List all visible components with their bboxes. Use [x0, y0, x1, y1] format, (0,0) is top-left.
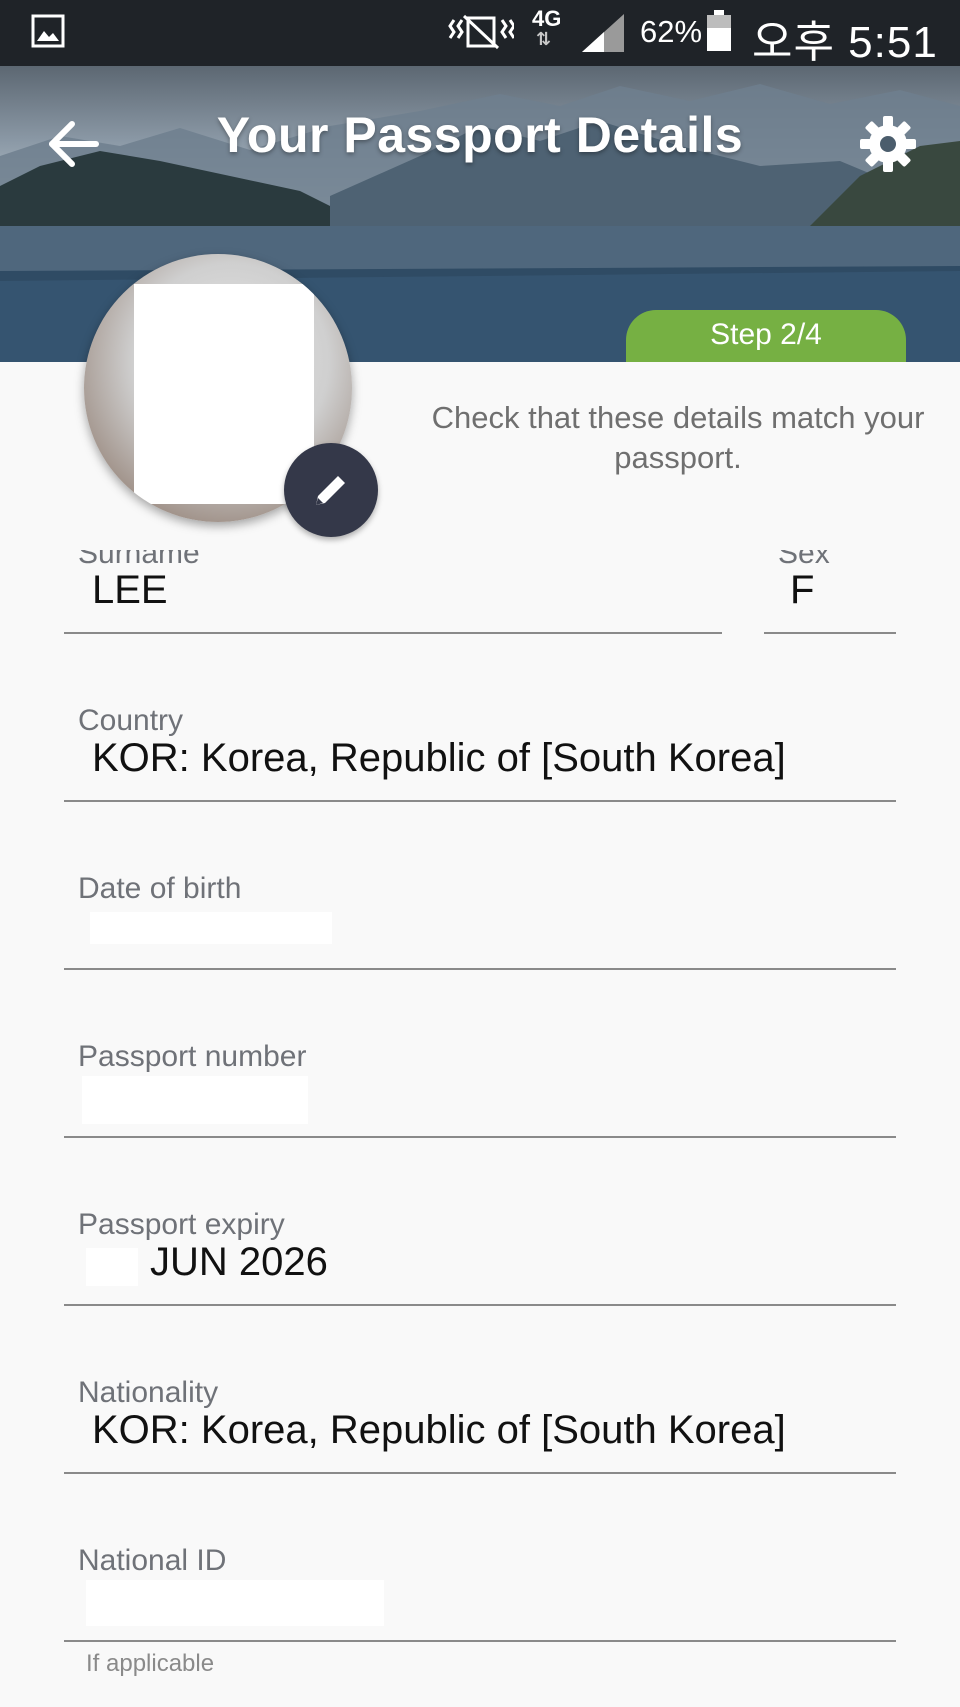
passport-number-redaction [82, 1076, 308, 1124]
battery-icon [707, 10, 731, 51]
vibrate-icon [448, 14, 514, 50]
sex-value: F [790, 568, 815, 612]
step-indicator: Step 2/4 [626, 310, 906, 362]
passport-expiry-label: Passport expiry [78, 1208, 285, 1241]
pencil-icon [316, 476, 345, 505]
surname-value: LEE [92, 568, 168, 612]
national-id-hint: If applicable [86, 1650, 215, 1677]
date-of-birth-redaction [90, 912, 332, 944]
data-arrows-icon: ⇅ [536, 29, 552, 49]
date-of-birth-underline [64, 968, 896, 970]
status-bar: 4G ⇅ 62% 오후 5:51 [0, 0, 960, 67]
passport-expiry-value: JUN 2026 [150, 1240, 328, 1284]
network-type: 4G [532, 6, 562, 31]
national-id-redaction [86, 1580, 384, 1626]
edit-photo-button[interactable] [284, 443, 378, 537]
country-label: Country [78, 704, 184, 737]
country-underline [64, 800, 896, 802]
signal-icon [582, 14, 624, 52]
page-title: Your Passport Details [216, 107, 744, 163]
nationality-value: KOR: Korea, Republic of [South Korea] [92, 1408, 786, 1452]
country-value: KOR: Korea, Republic of [South Korea] [92, 736, 786, 780]
national-id-label: National ID [78, 1544, 227, 1577]
gear-icon[interactable] [856, 112, 920, 176]
clock: 오후 5:51 [752, 18, 938, 67]
instruction-text: Check that these details match your pass… [431, 400, 925, 475]
network-indicator: 4G ⇅ [532, 6, 572, 58]
nationality-underline [64, 1472, 896, 1474]
passport-expiry-day-redaction [86, 1248, 138, 1286]
passport-number-label: Passport number [78, 1040, 307, 1073]
national-id-underline [64, 1640, 896, 1642]
passport-number-underline [64, 1136, 896, 1138]
surname-underline [64, 632, 722, 634]
battery-percent: 62% [640, 14, 703, 49]
gallery-icon [31, 14, 65, 48]
sex-underline [764, 632, 896, 634]
nationality-label: Nationality [78, 1376, 219, 1409]
date-of-birth-label: Date of birth [78, 872, 242, 905]
passport-expiry-underline [64, 1304, 896, 1306]
